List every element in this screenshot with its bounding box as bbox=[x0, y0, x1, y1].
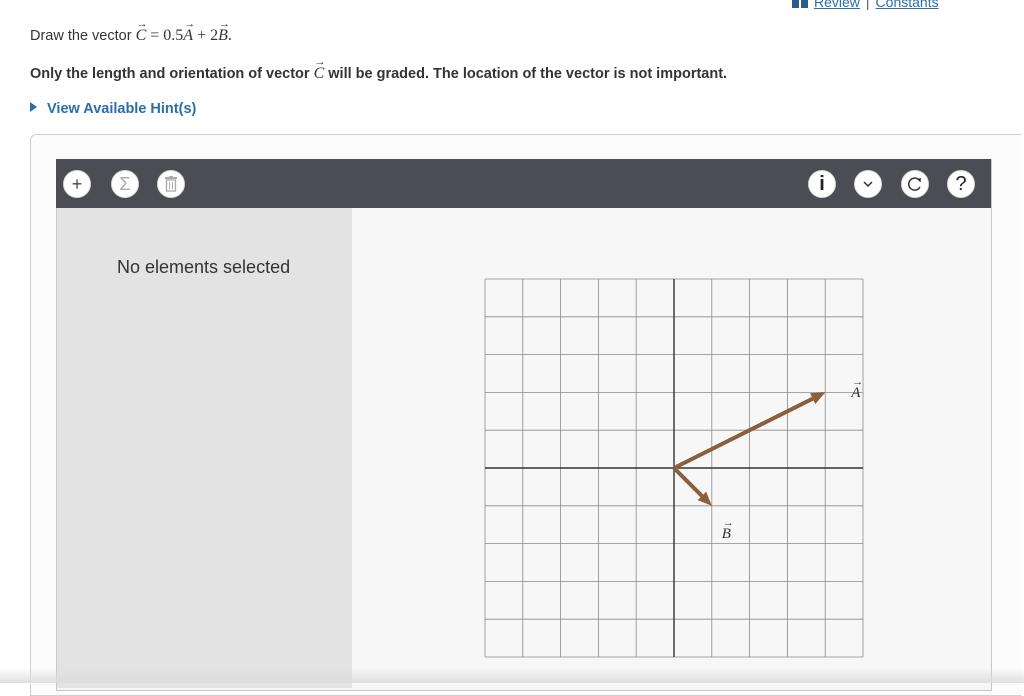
note-prefix: Only the length and orientation of vecto… bbox=[30, 66, 314, 82]
vector-a-label-text: A bbox=[851, 376, 863, 402]
vector-b-label-text: B bbox=[722, 517, 734, 543]
eq-plus: + 2 bbox=[193, 27, 219, 44]
link-separator: | bbox=[865, 0, 870, 10]
properties-sidebar: No elements selected bbox=[57, 208, 352, 688]
vector-a-symbol: A bbox=[183, 18, 195, 45]
sum-button[interactable]: Σ bbox=[111, 170, 139, 198]
help-icon: ? bbox=[955, 172, 967, 195]
note-vector-c: C bbox=[314, 56, 326, 83]
info-button[interactable]: i bbox=[808, 170, 836, 198]
note-suffix: will be graded. The location of the vect… bbox=[324, 66, 728, 82]
question-prefix: Draw the vector bbox=[30, 28, 136, 44]
eq-equals: = 0.5 bbox=[146, 27, 184, 44]
options-dropdown-button[interactable] bbox=[854, 170, 882, 198]
question-text: Draw the vector C = 0.5A + 2B. bbox=[30, 18, 232, 45]
add-vector-button[interactable]: + bbox=[63, 170, 91, 198]
trash-icon bbox=[165, 176, 177, 192]
hint-label: View Available Hint(s) bbox=[47, 101, 197, 117]
vector-b-symbol: B bbox=[218, 18, 230, 45]
grading-note: Only the length and orientation of vecto… bbox=[30, 56, 728, 83]
constants-link[interactable]: Constants bbox=[876, 0, 939, 10]
note-c-symbol: C bbox=[314, 56, 326, 83]
reset-icon bbox=[907, 177, 921, 191]
vector-grid[interactable] bbox=[484, 278, 864, 658]
reset-button[interactable] bbox=[901, 170, 929, 198]
tool-toolbar: + Σ i ? bbox=[56, 159, 991, 208]
vector-a-shaft bbox=[673, 396, 814, 470]
vector-c-symbol: C bbox=[136, 18, 148, 45]
plus-icon: + bbox=[71, 173, 83, 194]
bottom-fade bbox=[0, 668, 1024, 683]
info-icon: i bbox=[819, 172, 825, 195]
book-icon bbox=[792, 0, 808, 8]
expand-triangle-icon bbox=[30, 102, 37, 112]
selection-status: No elements selected bbox=[117, 257, 291, 277]
help-button[interactable]: ? bbox=[947, 170, 975, 198]
chevron-down-icon bbox=[863, 181, 873, 187]
header-links: Review | Constants bbox=[792, 0, 939, 10]
hint-toggle[interactable]: View Available Hint(s) bbox=[30, 101, 196, 117]
sigma-icon: Σ bbox=[119, 173, 131, 194]
question-equation: C = 0.5A + 2B. bbox=[136, 18, 232, 45]
vector-b-label: B bbox=[722, 517, 734, 543]
vector-b-shaft bbox=[672, 466, 704, 498]
review-link[interactable]: Review bbox=[814, 0, 860, 10]
vector-a-label: A bbox=[851, 376, 863, 402]
delete-button[interactable] bbox=[157, 170, 185, 198]
